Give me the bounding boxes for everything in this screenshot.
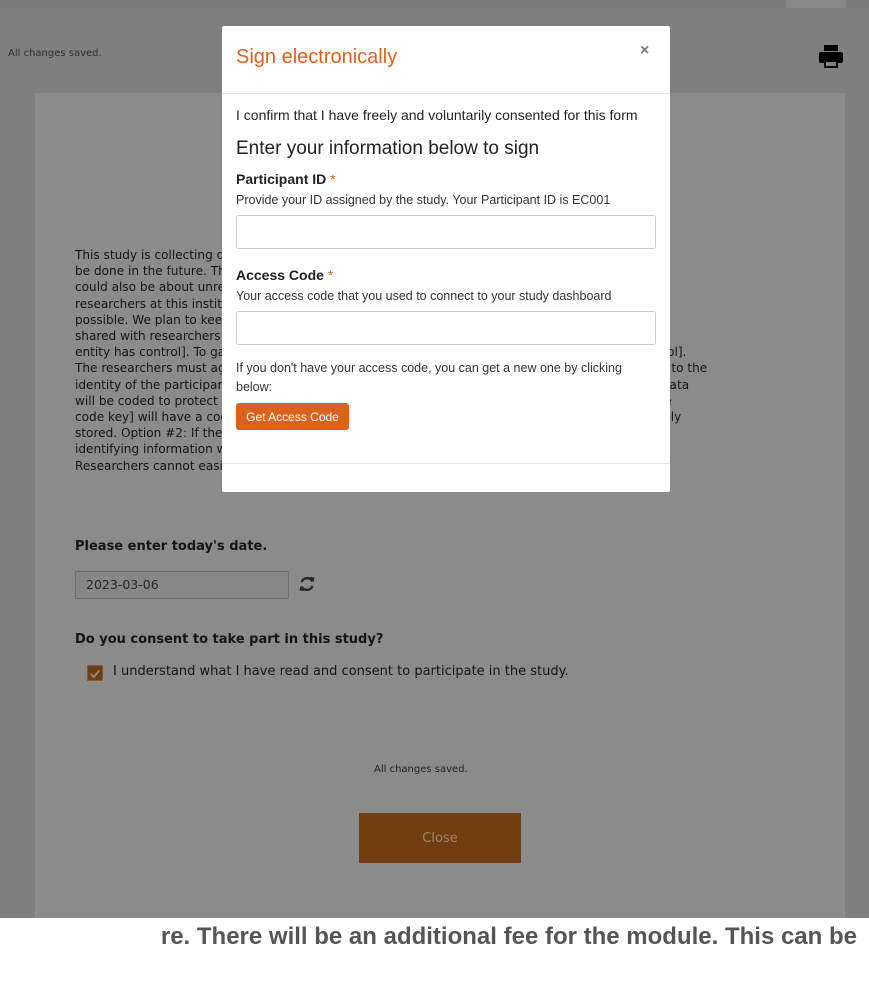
date-input[interactable]: 2023-03-06	[75, 571, 289, 599]
modal-header-divider	[222, 93, 670, 94]
access-code-label-text: Access Code	[236, 267, 324, 283]
participant-id-label: Participant ID *	[236, 171, 336, 187]
note-line: below:	[236, 379, 273, 394]
close-icon[interactable]: ×	[640, 42, 649, 60]
top-tab	[786, 0, 846, 8]
banner-text: re. There will be an additional fee for …	[160, 923, 857, 950]
access-code-help: Your access code that you used to connec…	[236, 289, 612, 303]
autosave-status: All changes saved.	[8, 48, 102, 59]
consent-question-label: Do you consent to take part in this stud…	[75, 632, 384, 647]
access-code-input[interactable]	[236, 311, 656, 345]
top-bar-strip	[0, 0, 869, 8]
consent-confirmation-text: I confirm that I have freely and volunta…	[236, 107, 638, 123]
sign-instructions-heading: Enter your information below to sign	[236, 138, 540, 159]
scrolling-banner: re. There will be an additional fee for …	[0, 918, 857, 956]
participant-id-label-text: Participant ID	[236, 171, 327, 187]
modal-title: Sign electronically	[236, 46, 398, 68]
get-access-code-button[interactable]: Get Access Code	[236, 403, 349, 430]
access-code-note: If you don't have your access code, you …	[236, 359, 656, 396]
modal-footer-divider	[222, 463, 670, 464]
app-background: All changes saved. This study is collect…	[0, 0, 869, 918]
sign-electronically-modal: Sign electronically × I confirm that I h…	[222, 26, 670, 492]
printer-icon[interactable]	[817, 42, 845, 70]
refresh-icon[interactable]	[297, 574, 317, 594]
check-icon	[90, 669, 101, 679]
participant-id-help: Provide your ID assigned by the study. Y…	[236, 193, 611, 207]
consent-checkbox[interactable]	[87, 665, 103, 681]
participant-id-input[interactable]	[236, 215, 656, 249]
date-question-label: Please enter today's date.	[75, 539, 268, 554]
consent-checkbox-label[interactable]: I understand what I have read and consen…	[113, 664, 569, 679]
access-code-label: Access Code *	[236, 267, 333, 283]
required-marker: *	[330, 171, 336, 187]
bottom-autosave-status: All changes saved.	[374, 764, 468, 775]
note-line: If you don't have your access code, you …	[236, 361, 622, 375]
required-marker: *	[327, 267, 334, 283]
close-button[interactable]: Close	[359, 813, 521, 863]
